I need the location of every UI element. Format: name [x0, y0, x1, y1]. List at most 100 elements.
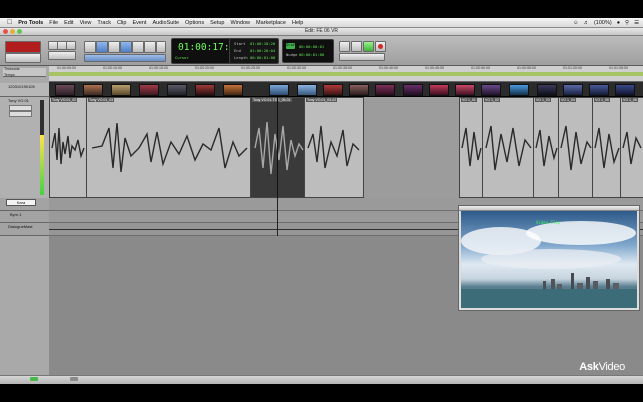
video-thumbnail[interactable]: [323, 84, 343, 96]
audio-track-header[interactable]: Tony VO.01: [0, 97, 49, 199]
pencil-tool-icon[interactable]: [144, 41, 156, 53]
video-thumbnail[interactable]: [403, 84, 423, 96]
apple-icon[interactable]: : [7, 19, 12, 26]
menu-app[interactable]: Pro Tools: [18, 20, 43, 26]
smart-tool-icon[interactable]: [156, 41, 166, 53]
bottom-scroll-bar[interactable]: [0, 375, 643, 384]
rewind-button[interactable]: [339, 41, 350, 52]
aux-track-header-kara[interactable]: Kara: [0, 198, 49, 211]
audio-clip[interactable]: VO 1_05: [592, 97, 622, 198]
video-thumbnail[interactable]: [139, 84, 159, 96]
audio-clip[interactable]: VO 1_03: [533, 97, 560, 198]
video-thumbnail[interactable]: [111, 84, 131, 96]
tick-label: 01:00:40:00: [379, 66, 398, 70]
menu-window[interactable]: Window: [230, 20, 250, 26]
video-thumbnail[interactable]: [55, 84, 75, 96]
battery-status[interactable]: (100%): [594, 20, 612, 26]
menu-clip[interactable]: Clip: [117, 20, 126, 26]
shuffle-mode-button[interactable]: [5, 41, 41, 53]
video-frame: Video Clip: [461, 211, 637, 308]
zoom-preset-button[interactable]: [66, 41, 76, 50]
master-track-header[interactable]: DialogueMast: [0, 223, 49, 236]
menu-help[interactable]: Help: [292, 20, 303, 26]
tempo-ruler-bar[interactable]: [49, 72, 643, 76]
video-thumbnail[interactable]: [429, 84, 449, 96]
audio-clip[interactable]: VO 1_01: [459, 97, 484, 198]
audio-clip[interactable]: Tony VO.01_03: [86, 97, 252, 198]
record-button[interactable]: [375, 41, 386, 52]
video-thumbnail[interactable]: [481, 84, 501, 96]
audio-clip-selected[interactable]: Tony VO.01-TSG_05-01: [250, 97, 306, 198]
video-thumbnail[interactable]: [167, 84, 187, 96]
menu-options[interactable]: Options: [185, 20, 204, 26]
video-thumbnail[interactable]: [297, 84, 317, 96]
close-window-icon[interactable]: [3, 29, 8, 34]
video-thumbnail[interactable]: [589, 84, 609, 96]
user-icon[interactable]: ●: [617, 20, 620, 26]
video-thumbnail[interactable]: [83, 84, 103, 96]
transport-options-strip[interactable]: [339, 53, 385, 61]
stop-button[interactable]: [351, 41, 362, 52]
selector-tool-icon[interactable]: [108, 41, 120, 53]
wifi-icon[interactable]: ☺: [573, 20, 579, 26]
grid-value[interactable]: 00:00:00:01: [299, 44, 324, 49]
scroll-thumb[interactable]: [70, 377, 78, 381]
audio-clip[interactable]: VO 1_06: [620, 97, 643, 198]
video-thumbnail[interactable]: [615, 84, 635, 96]
grid-mode-button[interactable]: [5, 53, 41, 63]
video-track-header[interactable]: 120310190105: [0, 83, 49, 97]
video-thumbnail[interactable]: [455, 84, 475, 96]
video-thumbnail[interactable]: [375, 84, 395, 96]
video-thumbnail[interactable]: [349, 84, 369, 96]
menu-setup[interactable]: Setup: [210, 20, 224, 26]
spotlight-icon[interactable]: ⚲: [625, 20, 629, 26]
master-track-name[interactable]: DialogueMast: [8, 224, 32, 229]
aux-track-header-bym[interactable]: Bym.1: [0, 211, 49, 223]
volume-icon[interactable]: ♬: [583, 20, 589, 26]
video-thumbnail[interactable]: [195, 84, 215, 96]
start-label: Start: [234, 41, 246, 46]
video-thumbnail[interactable]: [269, 84, 289, 96]
scrubber-tool-icon[interactable]: [132, 41, 144, 53]
video-track-lane[interactable]: [49, 82, 643, 96]
nudge-value[interactable]: 00:00:01:00: [299, 52, 324, 57]
video-thumbnail[interactable]: [537, 84, 557, 96]
edit-toolbar: 01:00:17:12 Cursor Start 01:00:18:20 End…: [0, 36, 643, 66]
audio-track-lane[interactable]: Tony VO.01_02 Tony VO.01_03 Tony VO.01-T…: [49, 97, 643, 198]
video-window[interactable]: Video Clip: [458, 205, 640, 311]
zoomer-tool-icon[interactable]: [84, 41, 96, 53]
timecode-ruler[interactable]: 01:00:05:00 01:00:10:00 01:00:15:00 01:0…: [49, 66, 643, 71]
zoom-presets-strip[interactable]: [48, 51, 76, 60]
grabber-tool-icon[interactable]: [120, 41, 132, 53]
trim-tool-icon[interactable]: [96, 41, 108, 53]
audio-clip[interactable]: VO 1_02: [482, 97, 535, 198]
menu-marketplace[interactable]: Marketplace: [256, 20, 286, 26]
video-thumbnail[interactable]: [563, 84, 583, 96]
menu-audiosuite[interactable]: AudioSuite: [153, 20, 180, 26]
video-thumbnail[interactable]: [509, 84, 529, 96]
video-track-name[interactable]: 120310190105: [8, 84, 35, 89]
audio-clip[interactable]: VO 1_04: [558, 97, 594, 198]
length-value[interactable]: 00:00:01:08: [250, 55, 275, 60]
audio-track-name[interactable]: Tony VO.01: [8, 98, 29, 103]
aux-track-name-kara[interactable]: Kara: [6, 199, 36, 206]
play-button[interactable]: [363, 41, 374, 52]
minimize-window-icon[interactable]: [10, 29, 15, 34]
audio-clip[interactable]: Tony VO.01_03-02: [304, 97, 364, 198]
menu-view[interactable]: View: [80, 20, 92, 26]
menu-event[interactable]: Event: [132, 20, 146, 26]
end-value[interactable]: 01:00:20:04: [250, 48, 275, 53]
video-thumbnail[interactable]: [223, 84, 243, 96]
list-icon[interactable]: ☰: [634, 20, 639, 26]
menu-edit[interactable]: Edit: [64, 20, 73, 26]
start-value[interactable]: 01:00:18:20: [250, 41, 275, 46]
menu-track[interactable]: Track: [97, 20, 111, 26]
zoom-window-icon[interactable]: [17, 29, 22, 34]
playhead-cursor[interactable]: [277, 97, 278, 198]
tool-options-strip[interactable]: [84, 54, 166, 62]
aux-track-name-bym[interactable]: Bym.1: [10, 212, 21, 217]
audio-clip[interactable]: Tony VO.01_02: [49, 97, 88, 198]
audio-track-output[interactable]: [9, 111, 32, 117]
timecode-ruler-label: Timecode: [4, 67, 20, 71]
menu-file[interactable]: File: [49, 20, 58, 26]
